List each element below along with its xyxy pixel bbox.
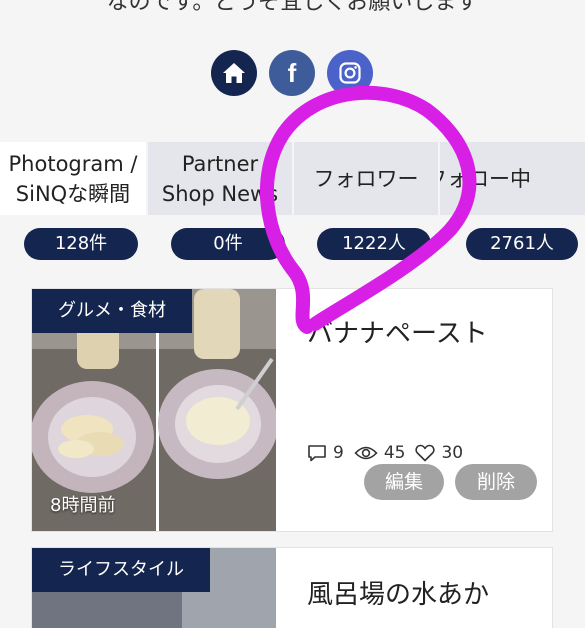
following-count-badge: 2761人 [466, 228, 578, 260]
eye-icon [354, 446, 378, 460]
view-count: 45 [383, 443, 406, 463]
tab-label-line2: SiNQな瞬間 [15, 181, 131, 206]
comment-count: 9 [333, 443, 344, 463]
facebook-link-button[interactable]: f [269, 50, 315, 96]
instagram-link-button[interactable] [327, 50, 373, 96]
post-count-badge: 128件 [24, 228, 138, 260]
edit-button[interactable]: 編集 [364, 464, 444, 500]
tab-partner-shop-news[interactable]: Partner Shop News [148, 142, 292, 215]
tab-label-line1: Partner [181, 151, 259, 176]
tab-label-line1: Photogram / [8, 151, 138, 176]
tab-following[interactable]: フォロー中 [440, 142, 585, 215]
like-stat: 30 [415, 443, 463, 463]
facebook-icon: f [287, 58, 297, 88]
profile-tabs: Photogram / SiNQな瞬間 Partner Shop News フォ… [0, 142, 585, 215]
post-thumbnail[interactable]: グルメ・食材 8時間前 [32, 289, 276, 531]
tab-photogram[interactable]: Photogram / SiNQな瞬間 [0, 142, 146, 215]
post-card[interactable]: グルメ・食材 8時間前 バナナペースト 9 45 30 編集 削除 [32, 289, 552, 531]
instagram-icon [339, 62, 361, 84]
comment-icon [308, 445, 326, 462]
post-thumbnail[interactable]: ライフスタイル [32, 548, 276, 628]
delete-button[interactable]: 削除 [455, 464, 537, 500]
post-time: 8時間前 [50, 495, 116, 516]
profile-intro-text: なのです。どうぞ宜しくお願いします [106, 0, 479, 15]
heart-icon [415, 444, 436, 462]
comment-stat: 9 [307, 443, 344, 463]
category-badge: グルメ・食材 [32, 289, 192, 333]
post-stats: 9 45 30 [307, 441, 473, 465]
view-stat: 45 [354, 443, 406, 463]
post-title[interactable]: バナナペースト [307, 313, 488, 350]
post-card[interactable]: ライフスタイル 風呂場の水あか [32, 548, 552, 628]
like-count: 30 [441, 443, 464, 463]
tab-label: フォロー中 [440, 166, 531, 191]
tab-label-line2: Shop News [161, 181, 279, 206]
category-badge: ライフスタイル [32, 548, 210, 592]
social-links: f [0, 50, 585, 96]
home-link-button[interactable] [211, 50, 257, 96]
follower-count-badge: 1222人 [317, 228, 431, 260]
tab-followers[interactable]: フォロワー [294, 142, 438, 215]
tab-label: フォロワー [313, 166, 419, 191]
home-icon [223, 63, 245, 83]
news-count-badge: 0件 [171, 228, 285, 260]
tab-counts: 128件 0件 1222人 2761人 [0, 228, 585, 262]
post-title[interactable]: 風呂場の水あか [307, 574, 489, 611]
